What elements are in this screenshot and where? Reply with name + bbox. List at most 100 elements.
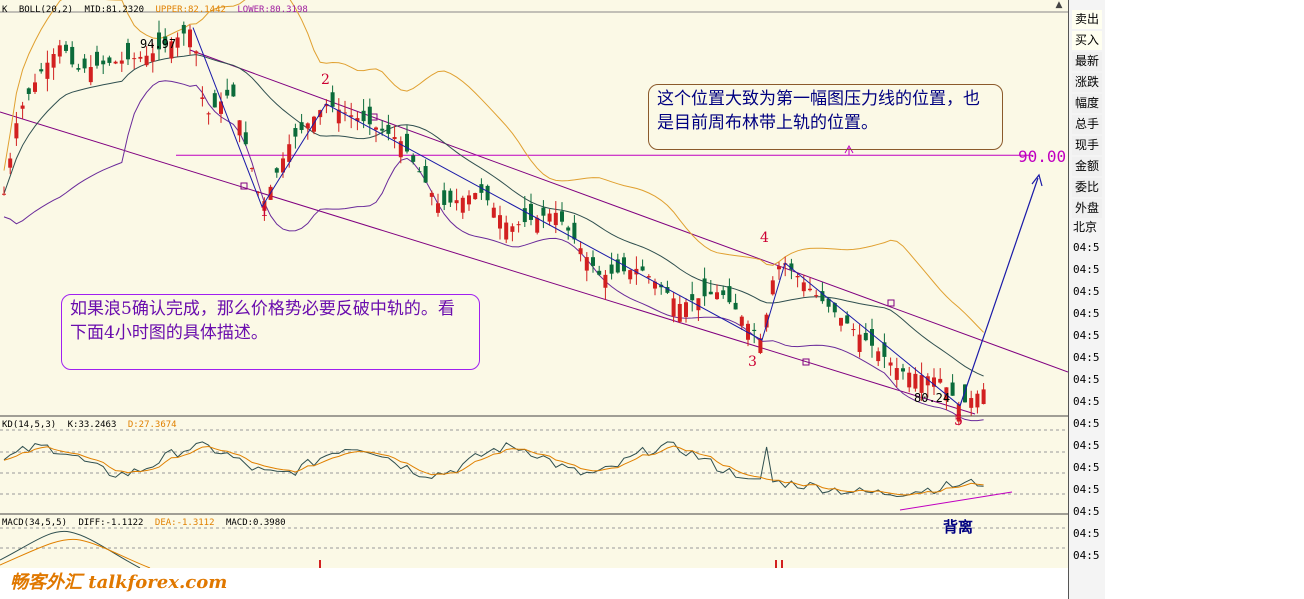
candle-body	[628, 270, 633, 280]
candle-body	[727, 286, 732, 303]
candle-body	[721, 290, 726, 296]
candle-body	[801, 282, 806, 292]
macd-header: MACD(34,5,5) DIFF:-1.1122 DEA:-1.3112 MA…	[2, 517, 292, 529]
candle-body	[646, 276, 651, 278]
candle-body	[981, 389, 986, 405]
candle-body	[609, 264, 614, 274]
wave-label-5: 5	[954, 413, 963, 429]
candle-body	[150, 53, 155, 62]
low-price-label: 80.24	[914, 391, 951, 405]
candle-body	[57, 45, 62, 57]
sidebar-button-0[interactable]: 卖出	[1072, 10, 1102, 29]
candle-body	[907, 372, 912, 388]
candle-body	[671, 298, 676, 317]
candle-body	[473, 193, 478, 200]
candle-body	[243, 132, 248, 145]
candle-body	[547, 213, 552, 222]
candle-body	[367, 106, 372, 125]
candle-body	[938, 378, 943, 383]
candle-body	[529, 203, 533, 220]
sidebar-button-3[interactable]: 涨跌	[1072, 73, 1102, 92]
sidebar-button-5[interactable]: 总手	[1072, 115, 1102, 134]
kd-d-value: D:27.3674	[127, 420, 177, 430]
sidebar-button-9[interactable]: 外盘	[1072, 199, 1102, 218]
high-price-label: 94.97	[140, 37, 177, 51]
lower-value: LOWER:80.3198	[237, 5, 308, 15]
candle-body	[808, 288, 812, 291]
sidebar-time-10: 04:5	[1073, 461, 1100, 474]
candle-body	[857, 334, 862, 352]
chart-area[interactable]: K BOLL(20,2) MID:81.2320 UPPER:82.1442 L…	[0, 0, 1068, 568]
candle-body	[2, 193, 6, 195]
candle-body	[572, 222, 577, 240]
kd-k-value: K:33.2463	[67, 420, 117, 430]
candle-body	[39, 69, 44, 72]
wave-label-2: 2	[321, 72, 330, 88]
candle-body	[101, 60, 106, 65]
candle-body	[522, 208, 527, 223]
sidebar-button-6[interactable]: 现手	[1072, 136, 1102, 155]
wave5-note: 如果浪5确认完成，那么价格势必要反破中轨的。看下面4小时图的具体描述。	[61, 294, 480, 370]
sidebar-time-14: 04:5	[1073, 549, 1100, 562]
macd-params: MACD(34,5,5)	[2, 518, 68, 528]
candle-body	[225, 89, 230, 96]
candle-body	[708, 291, 713, 295]
candle-body	[194, 51, 199, 54]
sidebar-button-4[interactable]: 幅度	[1072, 94, 1102, 113]
candle-body	[76, 68, 81, 70]
candle-body	[460, 197, 465, 213]
sidebar-time-5: 04:5	[1073, 351, 1100, 364]
candle-body	[33, 82, 37, 92]
candle-body	[70, 46, 75, 65]
resistance-note: 这个位置大致为第一幅图压力线的位置，也是目前周布林带上轨的位置。	[648, 84, 1003, 150]
candle-body	[894, 368, 899, 380]
candle-body	[491, 207, 496, 218]
candle-body	[913, 373, 918, 389]
wave-label-1: 1	[260, 204, 269, 220]
candle-body	[969, 398, 974, 408]
candle-body	[516, 224, 521, 226]
candle-body	[584, 257, 589, 271]
sidebar-time-4: 04:5	[1073, 329, 1100, 342]
candle-body	[696, 298, 701, 311]
sidebar-button-1[interactable]: 买入	[1072, 31, 1102, 50]
candle-body	[64, 44, 68, 51]
projection-arrow	[959, 177, 1039, 407]
sidebar-button-2[interactable]: 最新	[1072, 52, 1102, 71]
candle-body	[417, 171, 422, 173]
sidebar-time-0: 04:5	[1073, 241, 1100, 254]
macd-diff-line	[0, 530, 141, 568]
sidebar-time-11: 04:5	[1073, 483, 1100, 496]
candle-body	[863, 332, 868, 341]
candle-body	[26, 88, 31, 94]
candle-body	[975, 393, 980, 408]
candle-body	[181, 24, 186, 34]
sidebar-button-7[interactable]: 金额	[1072, 157, 1102, 176]
candle-body	[88, 67, 93, 83]
sidebar-time-12: 04:5	[1073, 505, 1100, 518]
candle-body	[467, 195, 471, 205]
candle-body	[429, 192, 434, 197]
candle-body	[950, 382, 955, 396]
kd-params: KD(14,5,3)	[2, 420, 57, 430]
wave-label-3: 3	[748, 354, 757, 370]
candle-body	[814, 295, 819, 297]
quote-sidebar: 卖出 买入 最新 涨跌 幅度 总手 现手 金额 委比 外盘 北京 04:5 04:5 04:5 04:5…	[1068, 0, 1105, 599]
candle-body	[597, 270, 602, 275]
wave-label-4: 4	[760, 230, 769, 246]
sidebar-time-2: 04:5	[1073, 285, 1100, 298]
candle-body	[126, 42, 130, 60]
candle-body	[541, 207, 546, 216]
kd-d-line	[3, 445, 984, 496]
sidebar-time-9: 04:5	[1073, 439, 1100, 452]
candle-body	[206, 113, 211, 115]
candle-body	[454, 200, 459, 204]
candle-body	[702, 278, 707, 297]
scroll-up-icon[interactable]: ▲	[1052, 0, 1066, 12]
candle-body	[231, 84, 236, 97]
candle-body	[411, 155, 416, 162]
mid-value: MID:81.2320	[84, 5, 145, 15]
sidebar-button-8[interactable]: 委比	[1072, 178, 1102, 197]
candle-body	[448, 190, 453, 203]
candle-body	[361, 110, 366, 122]
